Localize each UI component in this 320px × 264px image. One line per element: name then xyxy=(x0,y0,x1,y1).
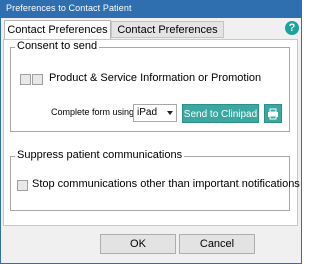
consent-checkbox-b[interactable] xyxy=(32,74,43,85)
tab-strip: Contact Preferences Contact Preferences … xyxy=(3,20,299,52)
tab-content: Consent to send Product & Service Inform… xyxy=(3,39,300,226)
suppress-heading: Suppress patient communications xyxy=(15,149,185,161)
printer-icon xyxy=(268,108,278,120)
consent-group: Consent to send Product & Service Inform… xyxy=(10,40,290,132)
stop-communications-checkbox[interactable] xyxy=(17,180,28,191)
help-icon[interactable]: ? xyxy=(285,21,299,35)
tab-contact-preferences-audit[interactable]: Contact Preferences Audit xyxy=(111,21,224,52)
print-button[interactable] xyxy=(264,104,282,123)
title-bar: Preferences to Contact Patient xyxy=(1,1,301,18)
ok-button[interactable]: OK xyxy=(100,234,176,254)
send-to-clinipad-button[interactable]: Send to Clinipad xyxy=(182,104,259,123)
stop-communications-label: Stop communications other than important… xyxy=(32,178,300,190)
product-service-label: Product & Service Information or Promoti… xyxy=(49,72,262,84)
suppress-group: Suppress patient communications Stop com… xyxy=(10,149,300,211)
device-select-value: iPad xyxy=(137,107,158,118)
tab-contact-preferences[interactable]: Contact Preferences xyxy=(4,20,111,40)
cancel-button[interactable]: Cancel xyxy=(179,234,255,254)
consent-checkbox-a[interactable] xyxy=(20,74,31,85)
preferences-window: Preferences to Contact Patient Contact P… xyxy=(0,0,302,264)
complete-form-label: Complete form using xyxy=(51,107,135,117)
consent-heading: Consent to send xyxy=(15,40,100,52)
chevron-down-icon xyxy=(167,111,173,115)
window-title: Preferences to Contact Patient xyxy=(6,3,132,13)
device-select[interactable]: iPad xyxy=(133,104,177,122)
